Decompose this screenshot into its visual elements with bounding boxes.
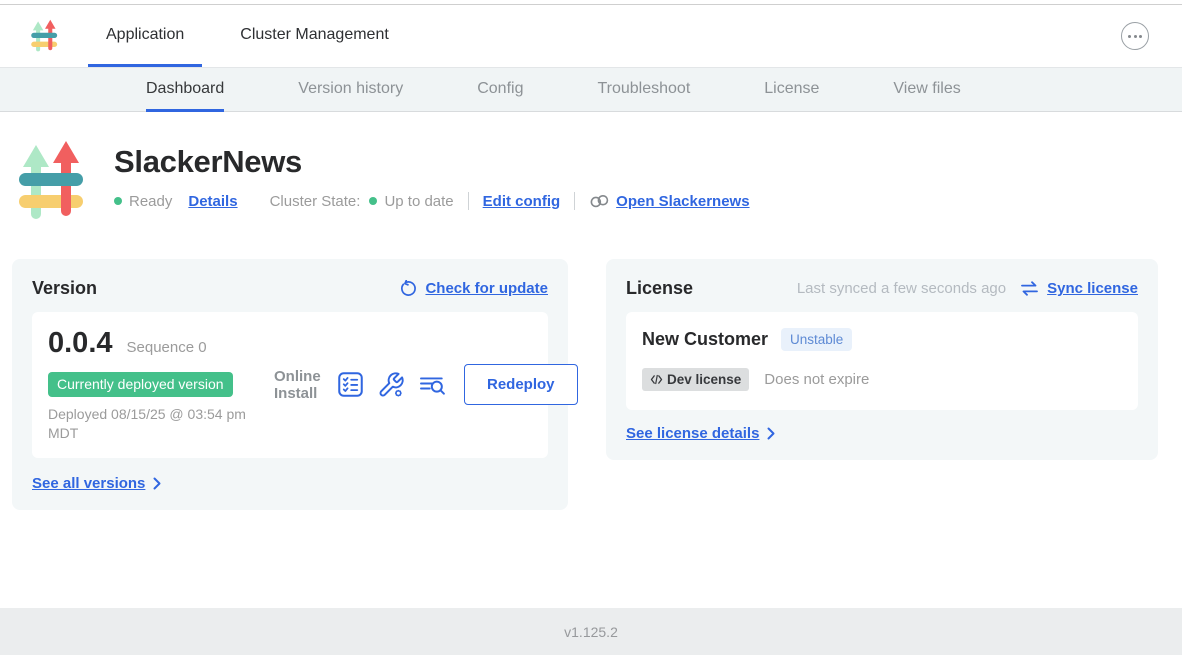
tab-license[interactable]: License bbox=[764, 68, 819, 112]
deployed-version-badge: Currently deployed version bbox=[48, 372, 233, 397]
chain-link-icon bbox=[589, 194, 610, 209]
app-logo-large bbox=[16, 139, 90, 223]
tab-cluster-management[interactable]: Cluster Management bbox=[222, 5, 407, 67]
license-type-badge: Dev license bbox=[642, 368, 749, 391]
divider bbox=[574, 192, 575, 210]
version-number: 0.0.4 bbox=[48, 327, 113, 360]
console-footer: v1.125.2 bbox=[0, 608, 1182, 655]
divider bbox=[468, 192, 469, 210]
console-version: v1.125.2 bbox=[564, 624, 618, 640]
see-license-details-label: See license details bbox=[626, 425, 759, 442]
check-for-update-label: Check for update bbox=[425, 280, 548, 297]
tab-dashboard[interactable]: Dashboard bbox=[146, 68, 224, 112]
preflight-checklist-icon[interactable] bbox=[337, 371, 364, 398]
sequence-label: Sequence 0 bbox=[127, 339, 207, 356]
install-type-label: Online Install bbox=[274, 368, 324, 403]
redeploy-button[interactable]: Redeploy bbox=[464, 364, 578, 405]
sync-arrows-icon bbox=[1020, 281, 1039, 296]
tab-view-files[interactable]: View files bbox=[893, 68, 960, 112]
ellipsis-circle-icon[interactable] bbox=[1121, 22, 1149, 50]
tab-application[interactable]: Application bbox=[88, 5, 202, 67]
see-license-details-link[interactable]: See license details bbox=[626, 425, 1138, 442]
app-sub-nav: Dashboard Version history Config Trouble… bbox=[0, 67, 1182, 112]
license-card: License Last synced a few seconds ago Sy… bbox=[606, 259, 1158, 460]
ready-status-dot-icon bbox=[114, 197, 122, 205]
tab-troubleshoot[interactable]: Troubleshoot bbox=[597, 68, 690, 112]
ready-status-label: Ready bbox=[129, 193, 172, 210]
check-for-update-link[interactable]: Check for update bbox=[400, 280, 548, 297]
app-logo-small bbox=[30, 18, 60, 54]
tab-version-history[interactable]: Version history bbox=[298, 68, 403, 112]
cluster-state-value: Up to date bbox=[384, 193, 453, 210]
channel-badge: Unstable bbox=[781, 328, 852, 351]
see-all-versions-label: See all versions bbox=[32, 475, 145, 492]
dashboard-cards: Version Check for update 0.0.4 Sequence … bbox=[0, 259, 1182, 510]
edit-config-link[interactable]: Edit config bbox=[483, 193, 561, 210]
cluster-state-dot-icon bbox=[369, 197, 377, 205]
app-header: SlackerNews Ready Details Cluster State:… bbox=[0, 112, 1182, 223]
sync-license-link[interactable]: Sync license bbox=[1020, 280, 1138, 297]
last-synced-label: Last synced a few seconds ago bbox=[797, 280, 1006, 297]
page-title: SlackerNews bbox=[114, 144, 750, 180]
open-slackernews-link[interactable]: Open Slackernews bbox=[589, 193, 749, 210]
refresh-icon bbox=[400, 280, 417, 297]
tab-cluster-management-label: Cluster Management bbox=[240, 26, 389, 44]
chevron-right-icon bbox=[767, 427, 775, 440]
license-type-label: Dev license bbox=[667, 372, 741, 387]
app-status-row: Ready Details Cluster State: Up to date … bbox=[114, 192, 750, 210]
see-all-versions-link[interactable]: See all versions bbox=[32, 475, 548, 492]
current-version-panel: 0.0.4 Sequence 0 Currently deployed vers… bbox=[32, 312, 548, 458]
code-brackets-icon bbox=[650, 374, 663, 385]
sync-license-label: Sync license bbox=[1047, 280, 1138, 297]
wrench-gear-icon[interactable] bbox=[377, 371, 405, 399]
license-panel: New Customer Unstable Dev license Does n… bbox=[626, 312, 1138, 410]
license-expiry: Does not expire bbox=[764, 371, 869, 388]
open-slackernews-label: Open Slackernews bbox=[616, 193, 749, 210]
chevron-right-icon bbox=[153, 477, 161, 490]
tab-application-label: Application bbox=[106, 26, 184, 44]
version-card: Version Check for update 0.0.4 Sequence … bbox=[12, 259, 568, 510]
deployed-timestamp: Deployed 08/15/25 @ 03:54 pm MDT bbox=[48, 405, 266, 443]
tab-config[interactable]: Config bbox=[477, 68, 523, 112]
logs-search-icon[interactable] bbox=[418, 373, 448, 397]
top-nav-bar: Application Cluster Management bbox=[0, 5, 1182, 67]
customer-name: New Customer bbox=[642, 329, 768, 350]
cluster-state-label: Cluster State: bbox=[270, 193, 361, 210]
license-card-title: License bbox=[626, 278, 693, 299]
details-link[interactable]: Details bbox=[188, 193, 237, 210]
version-card-title: Version bbox=[32, 278, 97, 299]
